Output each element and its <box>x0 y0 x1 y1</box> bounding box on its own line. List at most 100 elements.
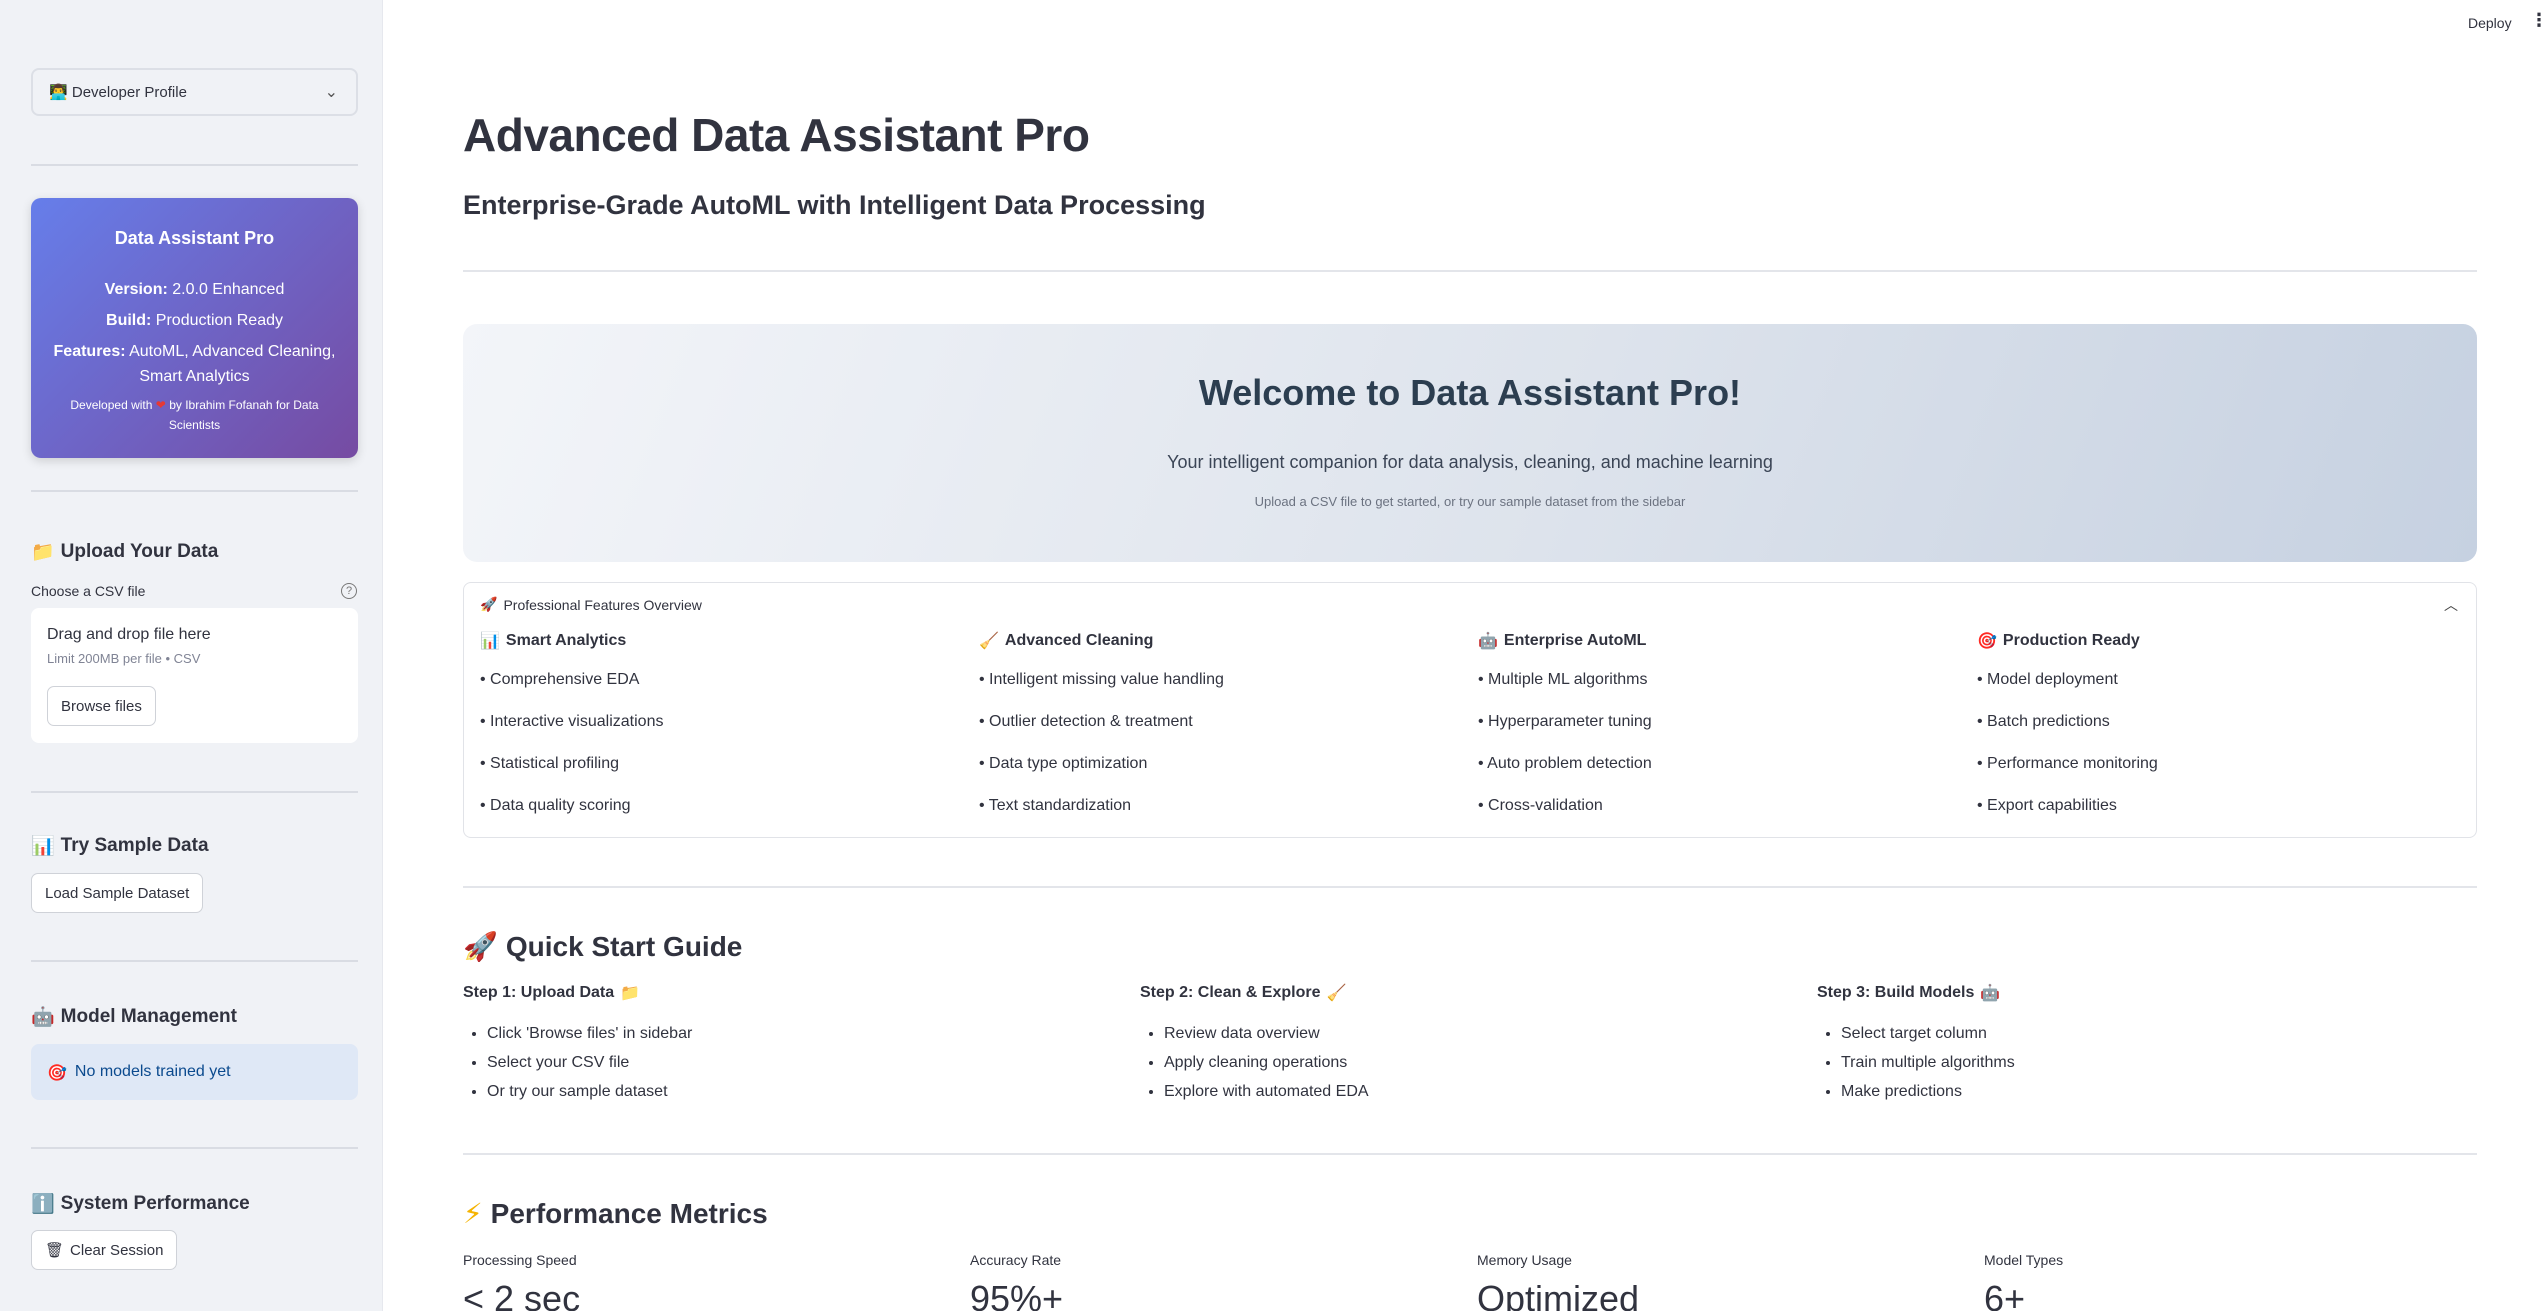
help-icon[interactable]: ? <box>341 583 357 599</box>
models-heading: 🤖 Model Management <box>31 1005 237 1029</box>
build-line: Build: Production Ready <box>106 312 283 329</box>
info-icon: ℹ️ <box>31 1193 55 1215</box>
folder-icon: 📁 <box>620 983 641 1002</box>
target-icon: 🎯 <box>47 1062 67 1082</box>
feature-item: • Statistical profiling <box>480 755 619 772</box>
metric-value: 95%+ <box>970 1278 1064 1311</box>
welcome-title: Welcome to Data Assistant Pro! <box>1198 372 1742 413</box>
divider <box>463 886 2477 888</box>
profile-select-label: Developer Profile <box>71 83 187 101</box>
chart-icon: 📊 <box>31 835 55 857</box>
dropzone-limit: Limit 200MB per file • CSV <box>47 651 201 666</box>
feature-item: • Model deployment <box>1977 671 2118 688</box>
feature-item: • Batch predictions <box>1977 713 2110 730</box>
divider <box>463 1153 2477 1155</box>
list-item: Review data overview <box>1164 1024 1780 1044</box>
step-card: Step 2: Clean & Explore🧹 Review data ove… <box>1140 983 1780 1111</box>
feature-column: 🎯 Production Ready • Model deployment • B… <box>1977 631 2457 838</box>
features-expander[interactable]: 🚀 Professional Features Overview ︿ 📊 Smar… <box>463 582 2477 838</box>
divider <box>463 270 2477 272</box>
list-item: Or try our sample dataset <box>487 1082 1103 1102</box>
metric-card: Accuracy Rate 95%+ <box>970 1252 1430 1311</box>
metric-card: Memory Usage Optimized <box>1477 1252 1937 1311</box>
page-subtitle: Enterprise-Grade AutoML with Intelligent… <box>463 190 1206 220</box>
feature-item: • Performance monitoring <box>1977 755 2158 772</box>
profile-card: Data Assistant Pro Version: 2.0.0 Enhanc… <box>31 198 358 458</box>
feature-column: 🤖 Enterprise AutoML • Multiple ML algorit… <box>1478 631 1958 838</box>
page-title: Advanced Data Assistant Pro <box>463 109 1090 161</box>
performance-heading: ⚡ Performance Metrics <box>463 1197 768 1230</box>
divider <box>31 164 358 166</box>
feature-item: • Interactive visualizations <box>480 713 664 730</box>
profile-select[interactable]: 👨‍💻 Developer Profile ⌄ <box>31 68 358 116</box>
divider <box>31 1147 358 1149</box>
trash-icon: 🗑 <box>45 1241 65 1259</box>
chart-icon: 📊 <box>480 631 500 650</box>
feature-item: • Auto problem detection <box>1478 755 1652 772</box>
load-sample-button[interactable]: Load Sample Dataset <box>31 873 204 913</box>
robot-icon: 🤖 <box>31 1006 55 1028</box>
quick-start-heading: 🚀 Quick Start Guide <box>463 930 743 963</box>
more-options-icon[interactable]: ⋮ <box>2530 10 2547 31</box>
expander-header[interactable]: 🚀 Professional Features Overview <box>480 597 702 613</box>
heart-icon: ❤ <box>155 398 166 412</box>
feature-column: 🧹 Advanced Cleaning • Intelligent missing… <box>979 631 1459 838</box>
divider <box>31 960 358 962</box>
sidebar: 👨‍💻 Developer Profile ⌄ Data Assistant P… <box>0 0 383 1311</box>
list-item: Explore with automated EDA <box>1164 1082 1780 1102</box>
metric-value: Optimized <box>1477 1278 1640 1311</box>
metric-label: Model Types <box>1984 1252 2064 1268</box>
list-item: Select target column <box>1841 1024 2457 1044</box>
developer-credit: Developed with ❤ by Ibrahim Fofanah for … <box>70 398 319 432</box>
welcome-hint: Upload a CSV file to get started, or try… <box>1254 494 1686 509</box>
file-uploader-label: Choose a CSV file <box>31 583 146 599</box>
developer-icon: 👨‍💻 <box>49 83 68 101</box>
step-card: Step 3: Build Models🤖 Select target colu… <box>1817 983 2457 1111</box>
file-dropzone[interactable]: Drag and drop file here Limit 200MB per … <box>31 608 358 743</box>
metric-label: Memory Usage <box>1477 1252 1572 1268</box>
robot-icon: 🤖 <box>1980 983 2001 1002</box>
feature-item: • Comprehensive EDA <box>480 671 640 688</box>
feature-item: • Text standardization <box>979 797 1132 814</box>
system-heading: ℹ️ System Performance <box>31 1192 250 1216</box>
metric-card: Model Types 6+ <box>1984 1252 2444 1311</box>
divider <box>31 490 358 492</box>
list-item: Train multiple algorithms <box>1841 1053 2457 1073</box>
chevron-down-icon: ⌄ <box>324 84 338 101</box>
feature-item: • Intelligent missing value handling <box>979 671 1224 688</box>
clear-session-button[interactable]: 🗑 Clear Session <box>31 1230 178 1270</box>
broom-icon: 🧹 <box>1326 983 1347 1002</box>
divider <box>31 791 358 793</box>
robot-icon: 🤖 <box>1478 631 1498 650</box>
feature-column: 📊 Smart Analytics • Comprehensive EDA • I… <box>480 631 960 838</box>
rocket-icon: 🚀 <box>463 930 498 963</box>
list-item: Apply cleaning operations <box>1164 1053 1780 1073</box>
profile-card-title: Data Assistant Pro <box>114 228 275 248</box>
models-info: 🎯 No models trained yet <box>31 1044 358 1100</box>
list-item: Click 'Browse files' in sidebar <box>487 1024 1103 1044</box>
welcome-subtitle: Your intelligent companion for data anal… <box>1167 452 1773 472</box>
browse-files-button[interactable]: Browse files <box>47 686 156 726</box>
deploy-button[interactable]: Deploy <box>2468 15 2512 31</box>
metric-value: < 2 sec <box>463 1278 581 1311</box>
metric-label: Processing Speed <box>463 1252 577 1268</box>
lightning-icon: ⚡ <box>463 1197 483 1230</box>
feature-item: • Export capabilities <box>1977 797 2117 814</box>
feature-item: • Outlier detection & treatment <box>979 713 1193 730</box>
feature-item: • Hyperparameter tuning <box>1478 713 1652 730</box>
step-card: Step 1: Upload Data📁 Click 'Browse files… <box>463 983 1103 1111</box>
chevron-up-icon[interactable]: ︿ <box>2444 595 2458 615</box>
list-item: Select your CSV file <box>487 1053 1103 1073</box>
sample-heading: 📊 Try Sample Data <box>31 834 209 858</box>
rocket-icon: 🚀 <box>480 597 498 613</box>
folder-icon: 📁 <box>31 541 55 563</box>
features-line: Features: AutoML, Advanced Cleaning, Sma… <box>53 343 336 385</box>
welcome-banner: Welcome to Data Assistant Pro! Your inte… <box>463 324 2477 562</box>
upload-heading: 📁 Upload Your Data <box>31 540 219 564</box>
metric-card: Processing Speed < 2 sec <box>463 1252 923 1311</box>
version-line: Version: 2.0.0 Enhanced <box>104 281 285 298</box>
feature-item: • Cross-validation <box>1478 797 1603 814</box>
target-icon: 🎯 <box>1977 631 1997 650</box>
metric-label: Accuracy Rate <box>970 1252 1062 1268</box>
metric-value: 6+ <box>1984 1278 2026 1311</box>
